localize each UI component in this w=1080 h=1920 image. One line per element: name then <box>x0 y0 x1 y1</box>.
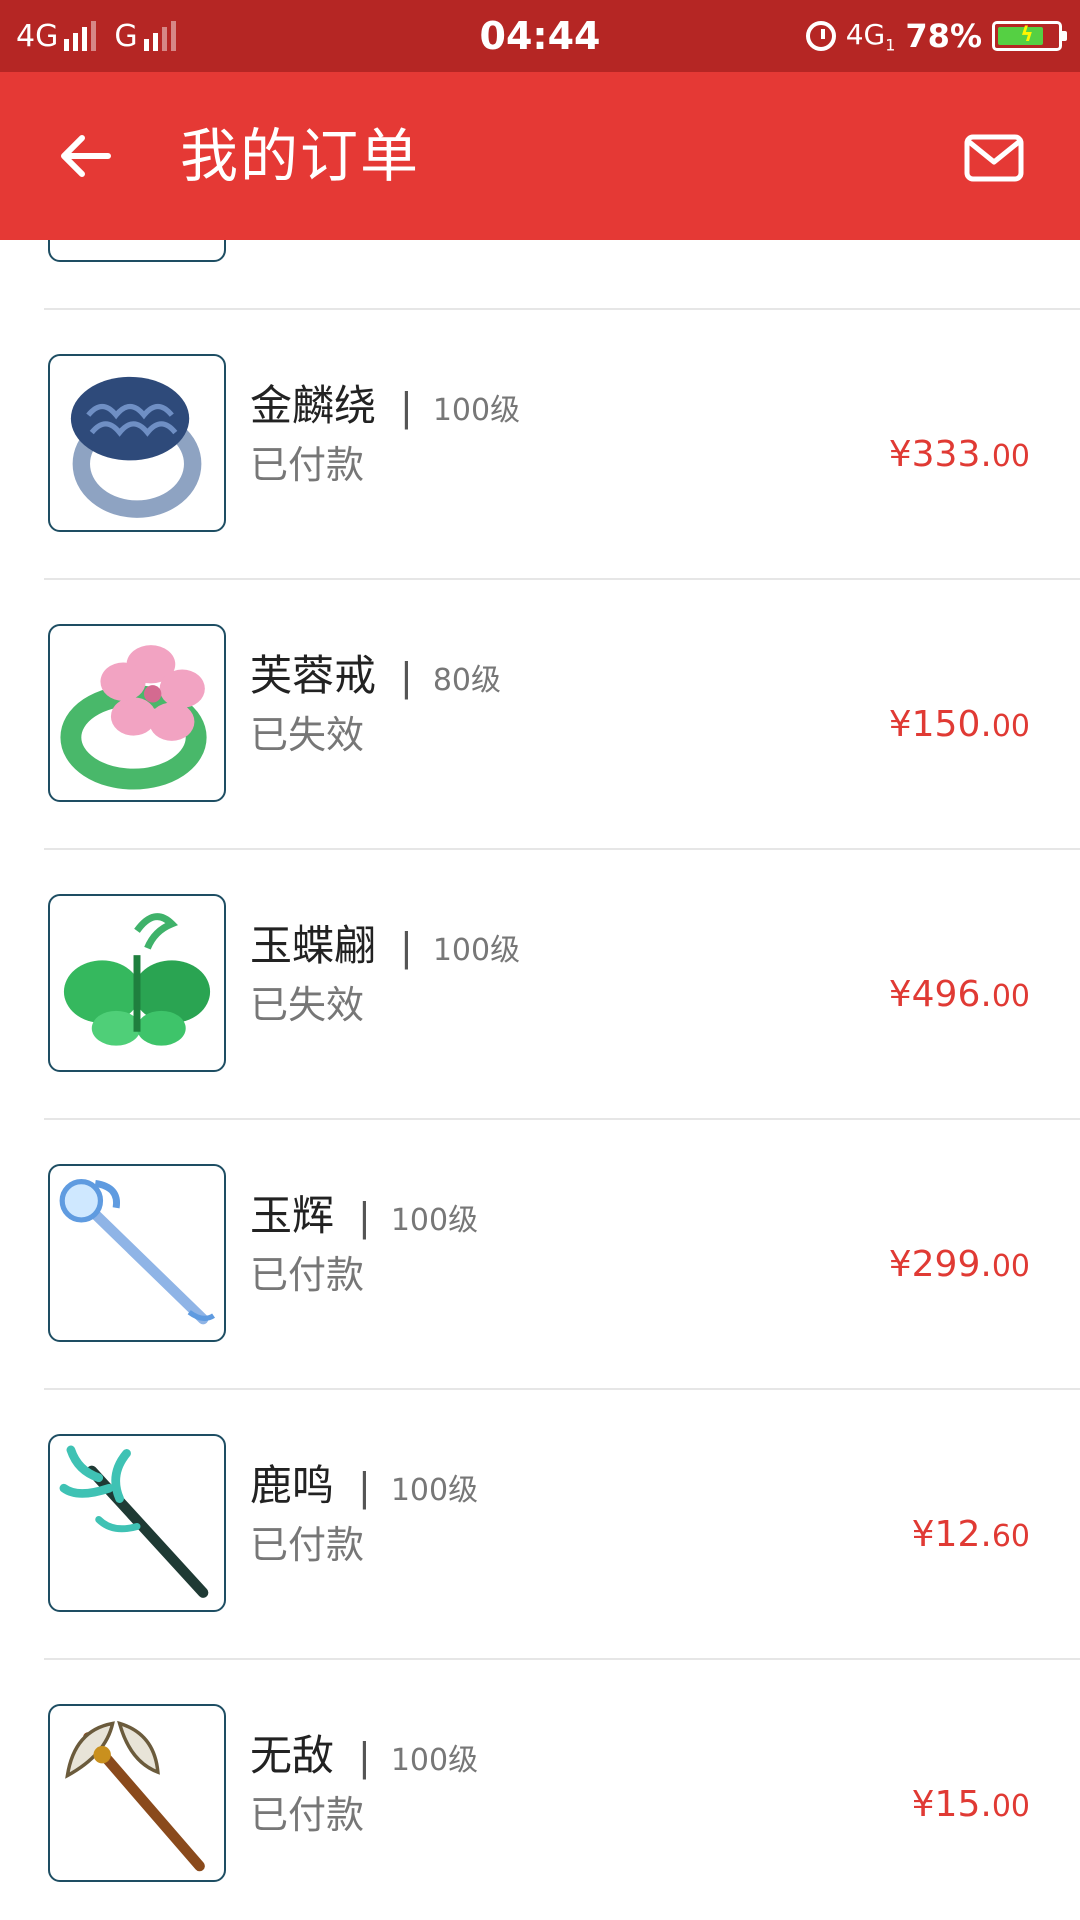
jade-butterfly-icon <box>48 894 226 1072</box>
separator: | <box>400 655 413 699</box>
battery-icon: ϟ <box>992 21 1067 51</box>
flower-ring-icon <box>48 624 226 802</box>
separator: | <box>400 925 413 969</box>
item-title-line: 玉蝶翩 | 100级 <box>250 912 520 973</box>
item-title-line: 无敌 | 100级 <box>250 1722 478 1783</box>
alarm-icon <box>805 21 836 51</box>
order-price: ¥299.00 <box>888 1244 1030 1285</box>
order-price: ¥12.60 <box>911 1514 1030 1555</box>
item-level: 100级 <box>390 1743 479 1778</box>
item-name: 无敌 <box>250 1731 335 1780</box>
staff-icon <box>48 1164 226 1342</box>
item-level: 100级 <box>432 933 521 968</box>
network-type: 4G1 <box>845 17 896 55</box>
order-status: 已失效 <box>250 713 365 757</box>
order-row[interactable]: 无敌 | 100级 已付款 ¥15.00 <box>0 1660 1080 1920</box>
order-status: 已付款 <box>250 1253 365 1297</box>
item-title-line: 芙蓉戒 | 80级 <box>250 642 501 703</box>
order-row[interactable]: 金麟绕 | 100级 已付款 ¥333.00 <box>0 310 1080 580</box>
separator: | <box>358 1465 371 1509</box>
order-price: ¥333.00 <box>888 434 1030 475</box>
order-price: ¥496.00 <box>888 974 1030 1015</box>
order-status: 已付款 <box>250 443 365 487</box>
order-row[interactable]: 鹿鸣 | 100级 已付款 ¥12.60 <box>0 1390 1080 1660</box>
order-status: 已付款 <box>250 1523 365 1567</box>
jade-butterfly-icon <box>48 240 226 262</box>
item-level: 100级 <box>390 1473 479 1508</box>
charging-icon: ϟ <box>1020 22 1034 46</box>
item-title-line: 金麟绕 | 100级 <box>250 372 520 433</box>
ring-icon <box>48 354 226 532</box>
item-level: 100级 <box>432 393 521 428</box>
order-list: 金麟绕 | 100级 已付款 ¥333.00 芙蓉戒 | 80级 已失效 ¥15… <box>0 240 1080 1920</box>
item-title-line: 玉辉 | 100级 <box>250 1182 478 1243</box>
item-level: 80级 <box>432 663 502 698</box>
separator: | <box>400 385 413 429</box>
app-bar: 我的订单 <box>0 72 1080 240</box>
item-name: 玉蝶翩 <box>250 921 377 970</box>
separator: | <box>358 1195 371 1239</box>
arrow-left-icon <box>61 135 111 177</box>
separator: | <box>358 1735 371 1779</box>
order-status: 已失效 <box>250 983 365 1027</box>
battery-percent: 78% <box>905 17 982 55</box>
order-row[interactable]: 芙蓉戒 | 80级 已失效 ¥150.00 <box>0 580 1080 850</box>
axe-icon <box>48 1704 226 1882</box>
order-price: ¥15.00 <box>911 1784 1030 1825</box>
item-title-line: 鹿鸣 | 100级 <box>250 1452 478 1513</box>
antler-staff-icon <box>48 1434 226 1612</box>
order-row[interactable]: 玉辉 | 100级 已付款 ¥299.00 <box>0 1120 1080 1390</box>
mail-button[interactable] <box>956 128 1032 188</box>
item-name: 玉辉 <box>250 1191 335 1240</box>
back-button[interactable] <box>48 120 120 192</box>
item-level: 100级 <box>390 1203 479 1238</box>
item-name: 金麟绕 <box>250 381 377 430</box>
status-icons: 4G1 78% ϟ <box>805 0 1067 72</box>
item-name: 鹿鸣 <box>250 1461 335 1510</box>
item-name: 芙蓉戒 <box>250 651 377 700</box>
order-row-partial[interactable] <box>0 240 1080 310</box>
order-row[interactable]: 玉蝶翩 | 100级 已失效 ¥496.00 <box>0 850 1080 1120</box>
page-title: 我的订单 <box>180 122 421 190</box>
status-bar: 4G G 04:44 4G1 78% ϟ <box>0 0 1080 72</box>
order-status: 已付款 <box>250 1793 365 1837</box>
order-price: ¥150.00 <box>888 704 1030 745</box>
mail-icon <box>964 134 1024 182</box>
